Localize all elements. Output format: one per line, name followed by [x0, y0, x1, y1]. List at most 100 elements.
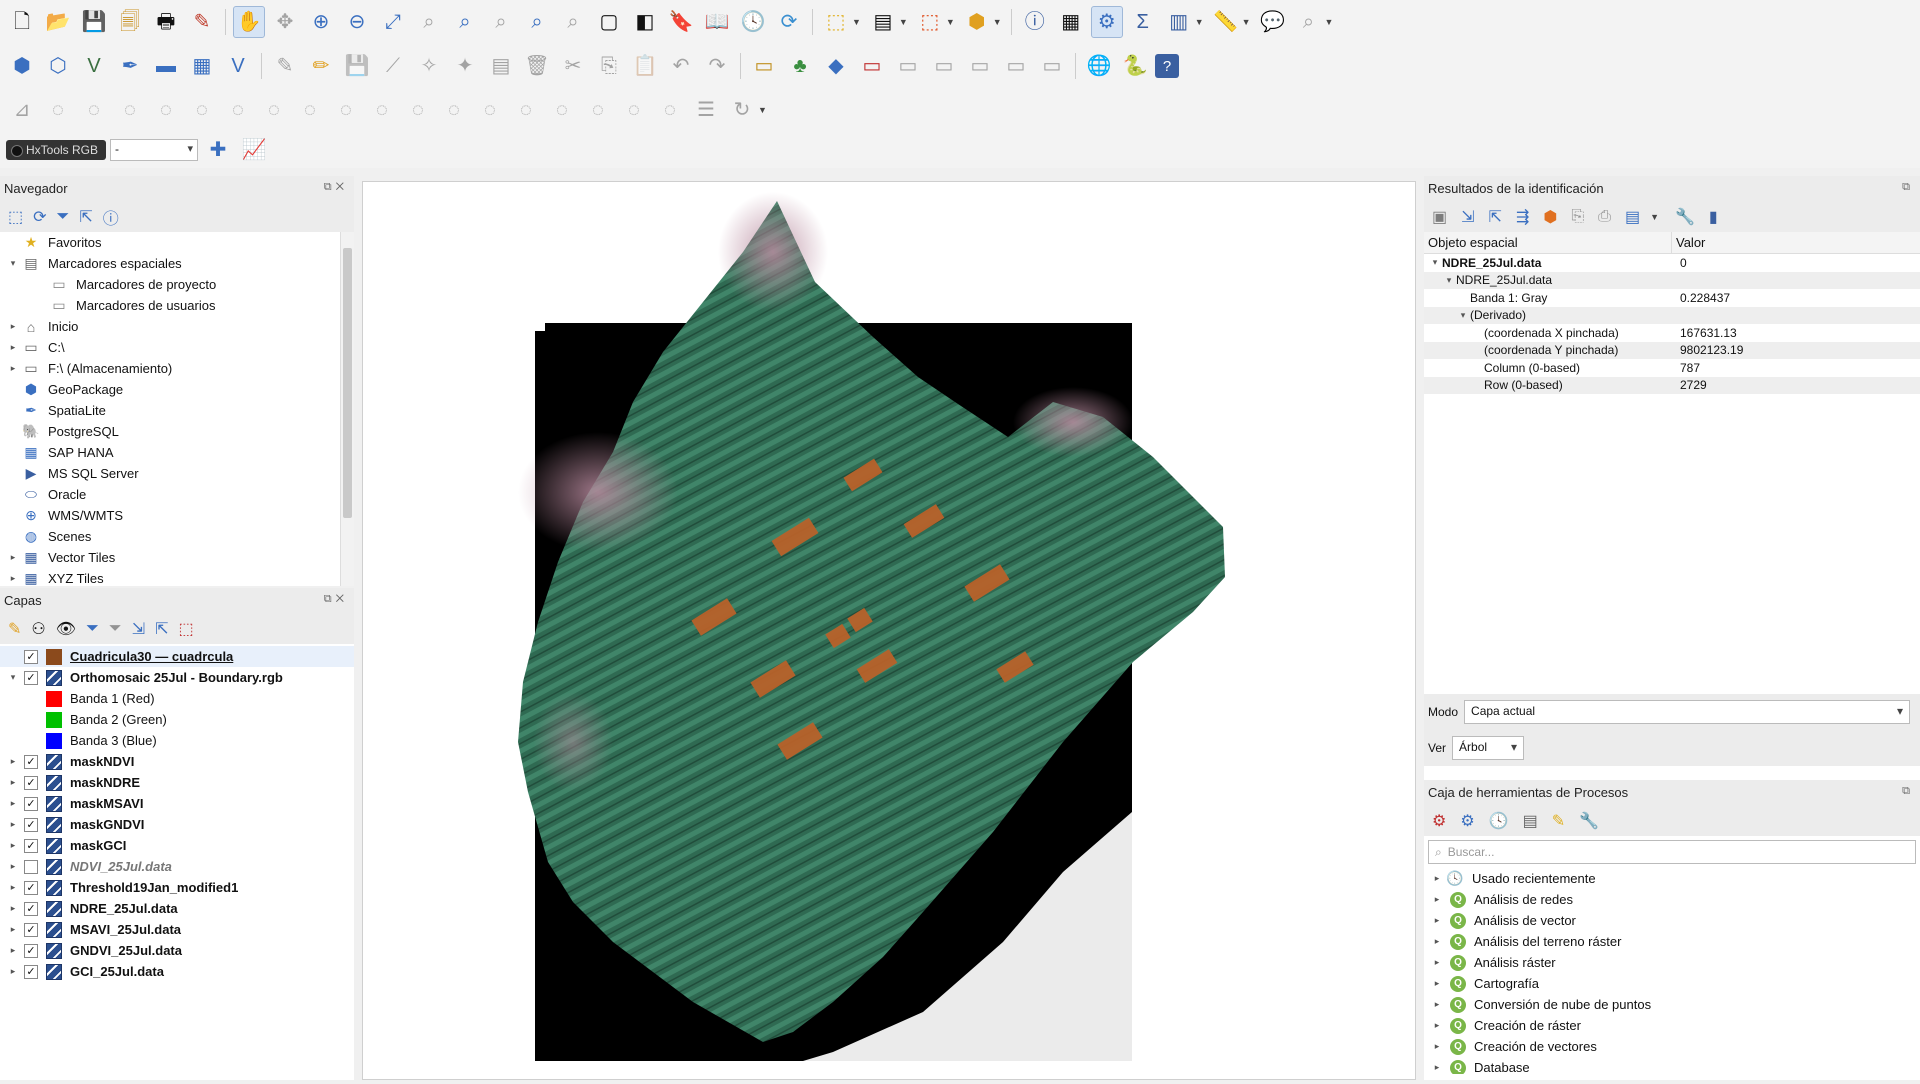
- open-project-icon[interactable]: 📂: [42, 6, 74, 38]
- statistics-summary-icon[interactable]: Σ: [1127, 6, 1159, 38]
- identify-row[interactable]: (coordenada Y pinchada) 9802123.19: [1424, 341, 1920, 359]
- layer-visibility-checkbox[interactable]: ✓: [24, 922, 38, 937]
- expand-arrow-icon[interactable]: ▾: [6, 258, 20, 269]
- search-icon[interactable]: ⌕: [1293, 6, 1325, 38]
- copy-icon[interactable]: ⎘: [593, 50, 625, 82]
- layer-item[interactable]: ▾ ✓ Orthomosaic 25Jul - Boundary.rgb: [0, 667, 354, 688]
- new-map-view-icon[interactable]: ▢: [593, 6, 625, 38]
- layer-visibility-checkbox[interactable]: ✓: [24, 670, 38, 685]
- modify-attributes-icon[interactable]: ✦: [449, 50, 481, 82]
- column-header-value[interactable]: Valor: [1672, 232, 1709, 253]
- edit-table-icon[interactable]: ▤: [485, 50, 517, 82]
- view-select[interactable]: Árbol: [1452, 736, 1525, 760]
- settings-wrench-icon[interactable]: 🔧: [1675, 207, 1695, 227]
- filter-icon[interactable]: ⏷: [57, 208, 70, 226]
- layer-visibility-checkbox[interactable]: ✓: [24, 901, 38, 916]
- layer-visibility-checkbox[interactable]: ✓: [24, 754, 38, 769]
- expand-arrow-icon[interactable]: ▸: [6, 363, 20, 374]
- panel-float-close-icon[interactable]: ⧉✕: [324, 593, 348, 606]
- expand-arrow-icon[interactable]: ▾: [1442, 275, 1456, 286]
- expand-arrow-icon[interactable]: ▸: [6, 342, 20, 353]
- expand-arrow-icon[interactable]: ▸: [6, 819, 20, 830]
- toggle-editing-icon[interactable]: ✏: [305, 50, 337, 82]
- expand-arrow-icon[interactable]: ▸: [1430, 1020, 1444, 1031]
- processing-toolbox-icon[interactable]: ⚙: [1090, 6, 1123, 38]
- expand-arrow-icon[interactable]: ▸: [1430, 873, 1444, 884]
- mode-select[interactable]: Capa actual: [1464, 700, 1911, 724]
- layer-visibility-checkbox[interactable]: ✓: [24, 775, 38, 790]
- panel-float-close-icon[interactable]: ⧉✕: [324, 181, 348, 194]
- help-book-icon[interactable]: ▮: [1709, 207, 1718, 227]
- expand-arrow-icon[interactable]: ▾: [6, 672, 20, 683]
- new-project-icon[interactable]: 🗋: [6, 6, 38, 38]
- expand-new-icon[interactable]: ⇶: [1516, 207, 1529, 227]
- navigator-item[interactable]: ⬭ Oracle: [0, 484, 354, 505]
- expand-arrow-icon[interactable]: ▸: [6, 321, 20, 332]
- label-icon[interactable]: ▭: [748, 50, 780, 82]
- properties-icon[interactable]: ⓘ: [103, 205, 119, 229]
- layer-visibility-checkbox[interactable]: ✓: [24, 964, 38, 979]
- layer-visibility-checkbox[interactable]: ✓: [24, 649, 38, 664]
- chevron-down-icon[interactable]: ▼: [758, 105, 767, 115]
- history-icon[interactable]: 🕓: [1489, 811, 1509, 831]
- layer-visibility-checkbox[interactable]: [24, 859, 38, 874]
- chevron-down-icon[interactable]: ▼: [1195, 17, 1204, 27]
- layer-band-item[interactable]: Banda 3 (Blue): [0, 730, 354, 751]
- open-form-icon[interactable]: ▣: [1432, 207, 1447, 227]
- save-edits-icon[interactable]: 💾: [341, 50, 373, 82]
- layer-item[interactable]: ▸ ✓ MSAVI_25Jul.data: [0, 919, 354, 940]
- add-ring-icon[interactable]: ◌: [42, 94, 74, 126]
- chevron-down-icon[interactable]: ▼: [993, 17, 1002, 27]
- globe-plugin-icon[interactable]: 🌐: [1083, 50, 1115, 82]
- add-selected-icon[interactable]: ⬚: [8, 207, 23, 227]
- zoom-next-icon[interactable]: ⌕: [557, 6, 589, 38]
- collapse-all-icon[interactable]: ⇱: [155, 619, 168, 639]
- pan-to-selection-icon[interactable]: ✥: [269, 6, 301, 38]
- expand-arrow-icon[interactable]: ▸: [6, 798, 20, 809]
- expand-arrow-icon[interactable]: ▸: [6, 945, 20, 956]
- copy-feature-icon[interactable]: ⎘: [1571, 208, 1584, 226]
- align-icon[interactable]: ☰: [690, 94, 722, 126]
- add-part-icon[interactable]: ◌: [78, 94, 110, 126]
- expand-arrow-icon[interactable]: ▾: [1428, 257, 1442, 268]
- layer-item[interactable]: ▸ ✓ maskGCI: [0, 835, 354, 856]
- vertex-editor-icon[interactable]: ◌: [510, 94, 542, 126]
- split-parts-icon[interactable]: ◌: [330, 94, 362, 126]
- navigator-item[interactable]: 🐘 PostgreSQL: [0, 421, 354, 442]
- chevron-down-icon[interactable]: ▼: [1242, 17, 1251, 27]
- layer-band-item[interactable]: Banda 2 (Green): [0, 709, 354, 730]
- show-bookmarks-icon[interactable]: 📖: [701, 6, 733, 38]
- new-geopackage-icon[interactable]: ⬡: [42, 50, 74, 82]
- edit-features-inplace-icon[interactable]: ✎: [1552, 811, 1565, 831]
- layer-item[interactable]: ▸ NDVI_25Jul.data: [0, 856, 354, 877]
- navigator-item[interactable]: ◍ Scenes: [0, 526, 354, 547]
- deselect-icon[interactable]: ⬚: [914, 6, 946, 38]
- delete-selected-icon[interactable]: 🗑: [521, 50, 553, 82]
- layer-item[interactable]: ▸ ✓ maskNDRE: [0, 772, 354, 793]
- navigator-item[interactable]: ▭ Marcadores de usuarios: [0, 295, 354, 316]
- label-change-icon[interactable]: ▭: [964, 50, 996, 82]
- advanced-digitizing-icon[interactable]: ⊿: [6, 94, 38, 126]
- expand-arrow-icon[interactable]: ▾: [1456, 310, 1470, 321]
- zoom-selection-icon[interactable]: ⌕: [413, 6, 445, 38]
- processing-provider-item[interactable]: ▸ Q Cartografía: [1424, 973, 1920, 994]
- profile-chart-icon[interactable]: 📈: [238, 134, 270, 166]
- save-as-icon[interactable]: 🗐: [114, 6, 146, 38]
- expand-arrow-icon[interactable]: ▸: [1430, 957, 1444, 968]
- undo-icon[interactable]: ↶: [665, 50, 697, 82]
- expand-arrow-icon[interactable]: ▸: [6, 903, 20, 914]
- scripts-icon[interactable]: ⚙: [1460, 811, 1474, 831]
- expand-arrow-icon[interactable]: ▸: [1430, 978, 1444, 989]
- rotate-point-icon[interactable]: ◌: [438, 94, 470, 126]
- offset-curve-icon[interactable]: ◌: [258, 94, 290, 126]
- navigator-item[interactable]: ▸ ▭ F:\ (Almacenamiento): [0, 358, 354, 379]
- navigator-item[interactable]: ▸ ▦ Vector Tiles: [0, 547, 354, 568]
- options-wrench-icon[interactable]: 🔧: [1579, 811, 1599, 831]
- scale-feature-icon[interactable]: ◌: [654, 94, 686, 126]
- python-console-icon[interactable]: 🐍: [1119, 50, 1151, 82]
- layer-item[interactable]: ▸ ✓ NDRE_25Jul.data: [0, 898, 354, 919]
- processing-provider-item[interactable]: ▸ Q Conversión de nube de puntos: [1424, 994, 1920, 1015]
- collapse-tree-icon[interactable]: ⇱: [1489, 207, 1502, 227]
- redo-icon[interactable]: ↷: [701, 50, 733, 82]
- add-virtual-layer-icon[interactable]: V: [222, 50, 254, 82]
